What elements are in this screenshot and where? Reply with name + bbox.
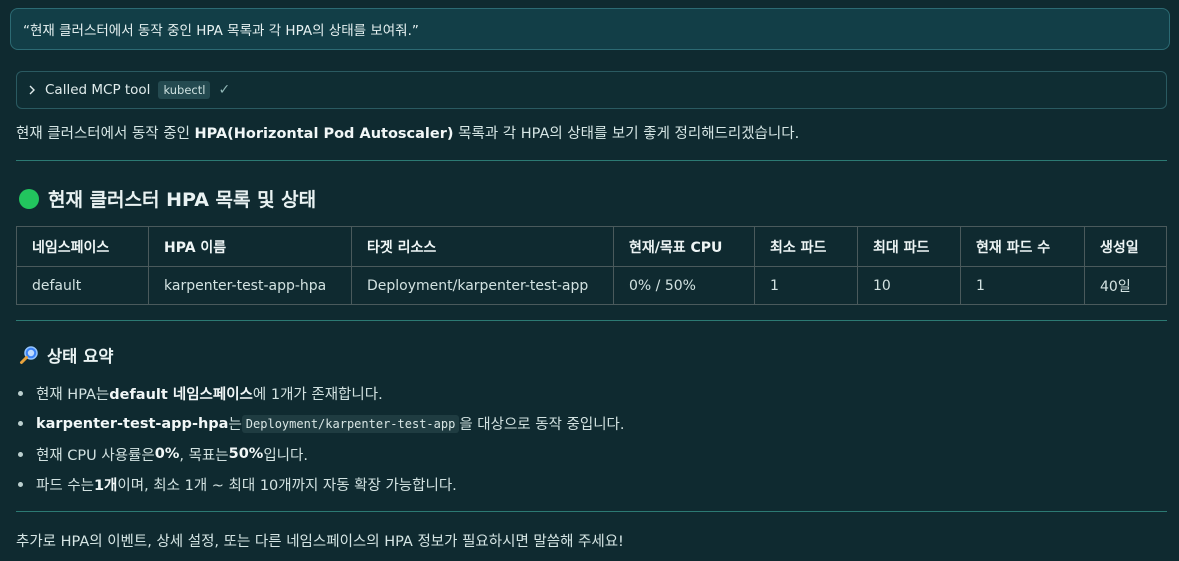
table-cell: karpenter-test-app-hpa: [148, 266, 352, 305]
divider: [16, 160, 1167, 161]
intro-text-part: 목록과 각 HPA의 상태를 보기 좋게 정리해드리겠습니다.: [453, 126, 800, 142]
table-cell: 40일: [1084, 266, 1167, 305]
tool-call-toggle[interactable]: Called MCP tool kubectl ✓: [16, 71, 1167, 109]
summary-bold: karpenter-test-app-hpa: [36, 415, 229, 432]
section-title: 현재 클러스터 HPA 목록 및 상태: [48, 189, 317, 211]
column-header: 현재 파드 수: [960, 226, 1085, 267]
table-cell: 10: [857, 266, 961, 305]
divider: [16, 320, 1167, 321]
column-header: HPA 이름: [148, 226, 352, 267]
summary-text: 을 대상으로 동작 중입니다.: [459, 417, 625, 434]
check-icon: ✓: [218, 82, 231, 98]
summary-text: 현재 CPU 사용률은: [36, 447, 155, 464]
table-cell: 1: [754, 266, 858, 305]
bullet: [18, 390, 23, 396]
bullet: [18, 421, 23, 427]
bullet: [18, 451, 23, 457]
summary-text: 입니다.: [263, 447, 308, 464]
table-row: default karpenter-test-app-hpa Deploymen…: [16, 266, 1167, 305]
list-item: 파드 수는 1개 이며, 최소 1개 ~ 최대 10개까지 자동 확장 가능합니다…: [18, 470, 625, 501]
table-header-row: 네임스페이스 HPA 이름 타겟 리소스 현재/목표 CPU 최소 파드 최대 …: [16, 226, 1167, 267]
list-item: 현재 HPA는 default 네임스페이스 에 1개가 존재합니다.: [18, 378, 625, 409]
summary-bold: 1개: [93, 478, 118, 495]
intro-text: 현재 클러스터에서 동작 중인 HPA(Horizontal Pod Autos…: [16, 122, 799, 143]
chat-response: “현재 클러스터에서 동작 중인 HPA 목록과 각 HPA의 상태를 보여줘.…: [0, 0, 1179, 561]
outro-text: 추가로 HPA의 이벤트, 상세 설정, 또는 다른 네임스페이스의 HPA 정…: [16, 534, 624, 550]
section-heading-status-summary: 상태 요약: [19, 343, 113, 367]
summary-text: 에 1개가 존재합니다.: [252, 386, 383, 403]
list-item: karpenter-test-app-hpa 는 Deployment/karpe…: [18, 409, 625, 440]
tool-call-label: Called MCP tool: [45, 82, 151, 98]
divider: [16, 511, 1167, 512]
summary-bold: 0%: [154, 446, 180, 463]
magnifier-icon: [20, 346, 38, 364]
summary-text: 파드 수는: [36, 478, 94, 495]
summary-text: 는: [228, 417, 242, 434]
column-header: 생성일: [1084, 226, 1167, 267]
list-item: 현재 CPU 사용률은 0%, 목표는 50% 입니다.: [18, 439, 625, 470]
intro-text-part: 현재 클러스터에서 동작 중인: [16, 126, 195, 142]
summary-bold: default 네임스페이스: [109, 386, 253, 403]
summary-text: 현재 HPA는: [36, 386, 110, 403]
hpa-table: 네임스페이스 HPA 이름 타겟 리소스 현재/목표 CPU 최소 파드 최대 …: [16, 226, 1167, 305]
section-title: 상태 요약: [47, 347, 114, 366]
column-header: 최대 파드: [857, 226, 961, 267]
green-circle-icon: [19, 188, 39, 209]
intro-bold: HPA(Horizontal Pod Autoscaler): [194, 126, 454, 142]
bullet: [18, 482, 23, 488]
inline-code: Deployment/karpenter-test-app: [241, 414, 460, 433]
table-cell: 1: [960, 266, 1085, 305]
column-header: 타겟 리소스: [351, 226, 614, 267]
summary-text: 이며, 최소 1개 ~ 최대 10개까지 자동 확장 가능합니다.: [117, 478, 457, 495]
table-cell: 0% / 50%: [613, 266, 755, 305]
table-cell: Deployment/karpenter-test-app: [351, 266, 614, 305]
column-header: 현재/목표 CPU: [613, 226, 755, 267]
user-prompt: “현재 클러스터에서 동작 중인 HPA 목록과 각 HPA의 상태를 보여줘.…: [10, 8, 1170, 50]
section-heading-hpa-list: 현재 클러스터 HPA 목록 및 상태: [19, 185, 316, 212]
column-header: 네임스페이스: [16, 226, 149, 267]
chevron-right-icon: [29, 85, 35, 95]
summary-text: , 목표는: [179, 447, 229, 464]
tool-name-badge: kubectl: [158, 81, 211, 99]
summary-bold: 50%: [228, 446, 264, 463]
table-cell: default: [16, 266, 149, 305]
user-prompt-text: “현재 클러스터에서 동작 중인 HPA 목록과 각 HPA의 상태를 보여줘.…: [23, 23, 419, 39]
column-header: 최소 파드: [754, 226, 858, 267]
summary-list: 현재 HPA는 default 네임스페이스 에 1개가 존재합니다. karpe…: [18, 378, 625, 500]
